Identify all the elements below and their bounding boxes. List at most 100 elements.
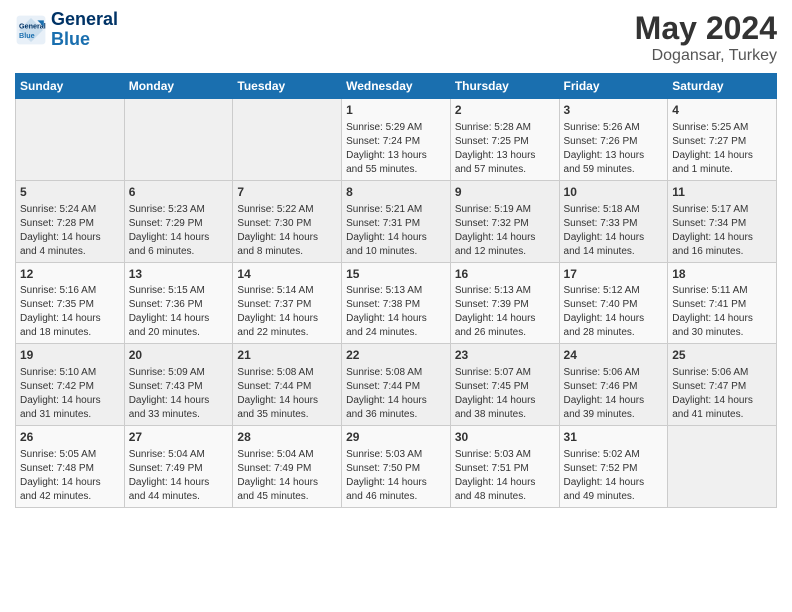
calendar-cell: 15Sunrise: 5:13 AM Sunset: 7:38 PM Dayli… — [342, 262, 451, 344]
calendar-cell: 17Sunrise: 5:12 AM Sunset: 7:40 PM Dayli… — [559, 262, 668, 344]
day-info: Sunrise: 5:18 AM Sunset: 7:33 PM Dayligh… — [564, 203, 664, 259]
weekday-header-friday: Friday — [559, 74, 668, 99]
calendar-cell: 30 Sunrise: 5:03 AM Sunset: 7:51 PM Dayli… — [450, 426, 559, 508]
day-number: 11 — [672, 184, 772, 201]
day-number: 1 — [346, 102, 446, 119]
calendar-cell: 16Sunrise: 5:13 AM Sunset: 7:39 PM Dayli… — [450, 262, 559, 344]
day-number: 13 — [129, 266, 229, 283]
calendar-cell: 8Sunrise: 5:21 AM Sunset: 7:31 PM Daylig… — [342, 180, 451, 262]
logo-text: General Blue — [51, 10, 118, 50]
day-info: Sunrise: 5:08 AM Sunset: 7:44 PM Dayligh… — [346, 366, 446, 422]
calendar-cell: 12Sunrise: 5:16 AM Sunset: 7:35 PM Dayli… — [16, 262, 125, 344]
day-number: 12 — [20, 266, 120, 283]
day-number: 7 — [237, 184, 337, 201]
day-info: Sunrise: 5:25 AM Sunset: 7:27 PM Dayligh… — [672, 121, 772, 177]
calendar-cell: 31 Sunrise: 5:02 AM Sunset: 7:52 PM Dayli… — [559, 426, 668, 508]
day-info: Sunrise: 5:23 AM Sunset: 7:29 PM Dayligh… — [129, 203, 229, 259]
svg-text:Blue: Blue — [19, 31, 35, 40]
day-info: Sunrise: 5:10 AM Sunset: 7:42 PM Dayligh… — [20, 366, 120, 422]
weekday-header-row: SundayMondayTuesdayWednesdayThursdayFrid… — [16, 74, 777, 99]
day-number: 5 — [20, 184, 120, 201]
weekday-header-tuesday: Tuesday — [233, 74, 342, 99]
day-number: 10 — [564, 184, 664, 201]
location-subtitle: Dogansar, Turkey — [635, 47, 777, 65]
day-number: 18 — [672, 266, 772, 283]
calendar-cell: 28Sunrise: 5:04 AM Sunset: 7:49 PM Dayli… — [233, 426, 342, 508]
calendar-cell: 26 Sunrise: 5:05 AM Sunset: 7:48 PM Dayli… — [16, 426, 125, 508]
calendar-week-row: 1 Sunrise: 5:29 AM Sunset: 7:24 PM Daylig… — [16, 99, 777, 181]
weekday-header-thursday: Thursday — [450, 74, 559, 99]
day-number: 26 — [20, 429, 120, 446]
day-info: Sunrise: 5:28 AM Sunset: 7:25 PM Dayligh… — [455, 121, 555, 177]
day-info: Sunrise: 5:26 AM Sunset: 7:26 PM Dayligh… — [564, 121, 664, 177]
calendar-cell — [16, 99, 125, 181]
calendar-cell: 2Sunrise: 5:28 AM Sunset: 7:25 PM Daylig… — [450, 99, 559, 181]
day-info: Sunrise: 5:16 AM Sunset: 7:35 PM Dayligh… — [20, 284, 120, 340]
day-number: 3 — [564, 102, 664, 119]
day-number: 25 — [672, 347, 772, 364]
weekday-header-monday: Monday — [124, 74, 233, 99]
day-info: Sunrise: 5:03 AM Sunset: 7:50 PM Dayligh… — [346, 448, 446, 504]
weekday-header-saturday: Saturday — [668, 74, 777, 99]
day-number: 16 — [455, 266, 555, 283]
day-info: Sunrise: 5:13 AM Sunset: 7:38 PM Dayligh… — [346, 284, 446, 340]
day-number: 20 — [129, 347, 229, 364]
day-info: Sunrise: 5:03 AM Sunset: 7:51 PM Dayligh… — [455, 448, 555, 504]
calendar-cell: 11Sunrise: 5:17 AM Sunset: 7:34 PM Dayli… — [668, 180, 777, 262]
day-number: 9 — [455, 184, 555, 201]
day-info: Sunrise: 5:22 AM Sunset: 7:30 PM Dayligh… — [237, 203, 337, 259]
weekday-header-wednesday: Wednesday — [342, 74, 451, 99]
calendar-cell: 13Sunrise: 5:15 AM Sunset: 7:36 PM Dayli… — [124, 262, 233, 344]
day-info: Sunrise: 5:09 AM Sunset: 7:43 PM Dayligh… — [129, 366, 229, 422]
calendar-cell: 18Sunrise: 5:11 AM Sunset: 7:41 PM Dayli… — [668, 262, 777, 344]
day-info: Sunrise: 5:04 AM Sunset: 7:49 PM Dayligh… — [129, 448, 229, 504]
day-info: Sunrise: 5:11 AM Sunset: 7:41 PM Dayligh… — [672, 284, 772, 340]
day-number: 19 — [20, 347, 120, 364]
calendar-cell: 9 Sunrise: 5:19 AM Sunset: 7:32 PM Daylig… — [450, 180, 559, 262]
day-number: 8 — [346, 184, 446, 201]
calendar-cell: 6 Sunrise: 5:23 AM Sunset: 7:29 PM Daylig… — [124, 180, 233, 262]
day-info: Sunrise: 5:06 AM Sunset: 7:47 PM Dayligh… — [672, 366, 772, 422]
page-header: General Blue General Blue May 2024 Dogan… — [15, 10, 777, 65]
day-number: 27 — [129, 429, 229, 446]
calendar-week-row: 19 Sunrise: 5:10 AM Sunset: 7:42 PM Dayli… — [16, 344, 777, 426]
calendar-cell: 7 Sunrise: 5:22 AM Sunset: 7:30 PM Daylig… — [233, 180, 342, 262]
calendar-cell: 24 Sunrise: 5:06 AM Sunset: 7:46 PM Dayli… — [559, 344, 668, 426]
calendar-cell — [233, 99, 342, 181]
calendar-cell: 5 Sunrise: 5:24 AM Sunset: 7:28 PM Daylig… — [16, 180, 125, 262]
calendar-week-row: 26 Sunrise: 5:05 AM Sunset: 7:48 PM Dayli… — [16, 426, 777, 508]
day-number: 21 — [237, 347, 337, 364]
calendar-cell: 22 Sunrise: 5:08 AM Sunset: 7:44 PM Dayli… — [342, 344, 451, 426]
day-number: 6 — [129, 184, 229, 201]
calendar-week-row: 12Sunrise: 5:16 AM Sunset: 7:35 PM Dayli… — [16, 262, 777, 344]
day-info: Sunrise: 5:29 AM Sunset: 7:24 PM Dayligh… — [346, 121, 446, 177]
calendar-cell: 21 Sunrise: 5:08 AM Sunset: 7:44 PM Dayli… — [233, 344, 342, 426]
day-info: Sunrise: 5:06 AM Sunset: 7:46 PM Dayligh… — [564, 366, 664, 422]
calendar-cell: 14Sunrise: 5:14 AM Sunset: 7:37 PM Dayli… — [233, 262, 342, 344]
day-number: 30 — [455, 429, 555, 446]
weekday-header-sunday: Sunday — [16, 74, 125, 99]
calendar-cell: 29Sunrise: 5:03 AM Sunset: 7:50 PM Dayli… — [342, 426, 451, 508]
calendar-cell: 4Sunrise: 5:25 AM Sunset: 7:27 PM Daylig… — [668, 99, 777, 181]
calendar-cell: 23Sunrise: 5:07 AM Sunset: 7:45 PM Dayli… — [450, 344, 559, 426]
calendar-cell: 1 Sunrise: 5:29 AM Sunset: 7:24 PM Daylig… — [342, 99, 451, 181]
day-number: 31 — [564, 429, 664, 446]
calendar-cell — [668, 426, 777, 508]
month-year-title: May 2024 — [635, 10, 777, 47]
day-number: 17 — [564, 266, 664, 283]
day-number: 22 — [346, 347, 446, 364]
logo: General Blue General Blue — [15, 10, 118, 50]
calendar-week-row: 5 Sunrise: 5:24 AM Sunset: 7:28 PM Daylig… — [16, 180, 777, 262]
day-info: Sunrise: 5:19 AM Sunset: 7:32 PM Dayligh… — [455, 203, 555, 259]
calendar-cell: 3 Sunrise: 5:26 AM Sunset: 7:26 PM Daylig… — [559, 99, 668, 181]
logo-icon: General Blue — [15, 14, 47, 46]
day-info: Sunrise: 5:02 AM Sunset: 7:52 PM Dayligh… — [564, 448, 664, 504]
day-number: 14 — [237, 266, 337, 283]
day-info: Sunrise: 5:14 AM Sunset: 7:37 PM Dayligh… — [237, 284, 337, 340]
day-info: Sunrise: 5:15 AM Sunset: 7:36 PM Dayligh… — [129, 284, 229, 340]
day-info: Sunrise: 5:24 AM Sunset: 7:28 PM Dayligh… — [20, 203, 120, 259]
day-number: 24 — [564, 347, 664, 364]
day-info: Sunrise: 5:05 AM Sunset: 7:48 PM Dayligh… — [20, 448, 120, 504]
day-info: Sunrise: 5:07 AM Sunset: 7:45 PM Dayligh… — [455, 366, 555, 422]
day-info: Sunrise: 5:08 AM Sunset: 7:44 PM Dayligh… — [237, 366, 337, 422]
